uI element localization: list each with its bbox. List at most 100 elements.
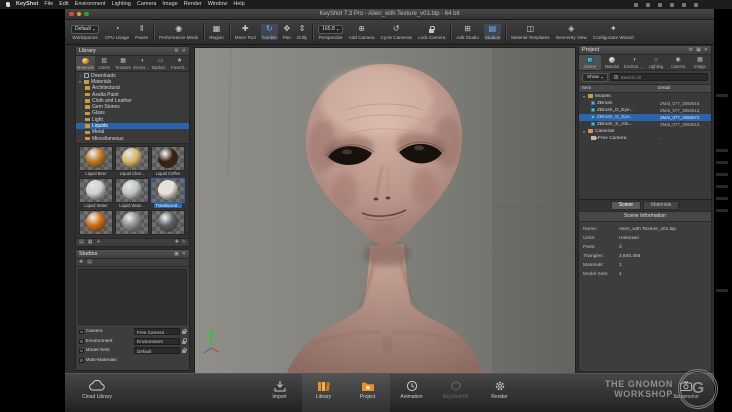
cycle-cameras-button[interactable]: ↺ Cycle Cameras [380, 24, 413, 41]
pin-icon[interactable]: ▣ [696, 47, 701, 53]
tab-environment[interactable]: ◑Environment [623, 55, 645, 70]
gear-icon[interactable]: ⚙ [689, 47, 693, 53]
search-input[interactable]: Search All [610, 73, 708, 81]
lock-icon[interactable] [182, 328, 187, 335]
lock-icon[interactable] [182, 338, 187, 344]
refresh-icon[interactable]: ↻ [182, 240, 186, 245]
dock-cloud-library[interactable]: Cloud Library [75, 374, 119, 412]
region-button[interactable]: ▦ Region [208, 24, 225, 41]
dock-library[interactable]: Library [301, 374, 346, 412]
performance-mode-button[interactable]: ◉ Performance Mode [158, 24, 199, 41]
list-view-icon[interactable]: ▤ [79, 240, 84, 245]
tab-backplates[interactable]: ▭Backplates [151, 56, 170, 71]
realtime-viewport[interactable] [195, 48, 575, 373]
material-thumbnail[interactable]: Liquid Wate... [115, 177, 149, 208]
column-detail[interactable]: Detail [658, 86, 708, 91]
configurator-wizard-button[interactable]: ✦ Configurator Wizard [592, 24, 635, 41]
tab-image[interactable]: ▦ Image [689, 55, 711, 70]
tumble-button[interactable]: ↻ Tumble [260, 24, 278, 40]
menu-help[interactable]: Help [233, 0, 244, 9]
bottom-tab-materials[interactable]: Materials [642, 200, 680, 210]
grid-view-icon[interactable]: ▦ [88, 240, 93, 245]
tab-camera[interactable]: ◉ Camera [667, 55, 689, 70]
material-thumbnail[interactable] [151, 209, 185, 238]
menu-window[interactable]: Window [208, 0, 228, 9]
gear-icon[interactable]: ⚙ [174, 48, 178, 54]
tab-colors[interactable]: ▧ Colors [95, 56, 114, 71]
checkbox[interactable] [79, 348, 84, 353]
scene-tree-item[interactable]: ZBrush_S_ASi... ZMat_077_2550615 [579, 121, 711, 128]
tab-materials[interactable]: Materials [76, 56, 95, 71]
tab-environments[interactable]: ◑Environments [132, 56, 151, 71]
workspaces-dropdown[interactable]: Default ▾ Workspaces [70, 24, 100, 40]
material-thumbnail[interactable]: Liquid Water [79, 177, 113, 208]
dock-project[interactable]: Project [345, 374, 390, 412]
perspective-dropdown[interactable]: 165.8 ▾ Perspective [317, 24, 344, 40]
zoom-window-button[interactable] [84, 11, 89, 17]
show-dropdown[interactable]: Show ▾ [582, 72, 609, 82]
dock-animation[interactable]: Animation [390, 374, 434, 412]
cpu-usage-button[interactable]: ◔ CPU Usage [104, 24, 130, 41]
studio-list[interactable] [78, 269, 187, 325]
add-studio-button[interactable]: ⊞ Add Studio [455, 24, 479, 41]
scene-tree-item[interactable]: ZBrush ZMat_077_2550615 [579, 100, 711, 107]
menu-render[interactable]: Render [184, 0, 202, 9]
apple-menu-icon[interactable] [6, 2, 10, 7]
material-thumbnail[interactable]: Liquid Beer [79, 145, 113, 176]
material-thumbnail[interactable] [115, 209, 149, 238]
studio-list-icon[interactable]: ▤ [87, 260, 92, 265]
close-icon[interactable]: ✕ [182, 48, 186, 54]
checkbox[interactable] [79, 358, 84, 363]
viewport-canvas[interactable] [195, 48, 575, 373]
scene-tree-cameras[interactable]: ▾ Cameras [579, 128, 711, 135]
column-item[interactable]: Item [582, 86, 658, 91]
studio-row-value[interactable]: Environment [134, 337, 180, 345]
bottom-tab-scene[interactable]: Scene [610, 200, 641, 210]
close-window-button[interactable] [69, 11, 74, 17]
menu-file[interactable]: File [44, 0, 53, 9]
close-icon[interactable]: ✕ [182, 251, 186, 257]
menu-edit[interactable]: Edit [59, 0, 68, 9]
scene-tree-item[interactable]: ZBrush_D_Eye... ZMat_077_2550613 [579, 107, 711, 114]
add-icon[interactable]: ✚ [175, 240, 179, 245]
tab-lighting[interactable]: ☼ Lighting [645, 55, 667, 70]
dock-screenshot[interactable]: Screenshot [664, 374, 708, 412]
pin-icon[interactable]: ▣ [174, 251, 179, 257]
pan-button[interactable]: ✥ Pan [282, 24, 292, 41]
scene-tree-item-selected[interactable]: ZBrush_G_Eye... ZMat_077_2550673 [579, 113, 711, 121]
pause-button[interactable]: ‖ Pause [134, 24, 149, 41]
tab-scene[interactable]: Scene [579, 55, 601, 70]
material-thumbnail[interactable]: Liquid Coffee [151, 145, 185, 176]
add-studio-icon[interactable]: ✚ [79, 260, 83, 265]
move-tool-button[interactable]: ✚ Move Tool [234, 24, 257, 41]
material-thumbnail[interactable]: Liquid Char... [115, 145, 149, 176]
tab-material[interactable]: Material [601, 55, 623, 70]
geometry-view-button[interactable]: ◈ Geometry View [555, 24, 588, 41]
menu-camera[interactable]: Camera [137, 0, 157, 9]
menu-lighting[interactable]: Lighting [112, 0, 131, 9]
material-thumbnail[interactable] [79, 209, 113, 238]
lock-camera-button[interactable]: Lock Camera [417, 24, 446, 40]
detail-view-icon[interactable]: ✛ [96, 240, 100, 245]
lock-icon[interactable] [182, 347, 187, 354]
scene-tree-models[interactable]: ▾ Models [579, 93, 711, 100]
dock-keyshotxr[interactable]: KeyShotXR [434, 374, 478, 412]
checkbox[interactable] [79, 329, 84, 334]
menu-environment[interactable]: Environment [75, 0, 106, 9]
menu-keyshot[interactable]: KeyShot [16, 0, 38, 9]
menu-image[interactable]: Image [162, 0, 177, 9]
dock-import[interactable]: Import [258, 374, 302, 412]
studio-row-value[interactable]: Free Camera [134, 328, 180, 336]
dolly-button[interactable]: ⇕ Dolly [296, 24, 308, 41]
tab-favorites[interactable]: ★ Favorites [170, 56, 189, 71]
tab-textures[interactable]: ▦ Textures [114, 56, 133, 71]
studios-button[interactable]: ▤ Studios [483, 24, 502, 40]
checkbox[interactable] [79, 339, 84, 344]
material-thumbnail-selected[interactable]: Translucent... [151, 177, 185, 208]
material-templates-button[interactable]: ◫ Material Templates [510, 24, 550, 41]
minimize-window-button[interactable] [76, 11, 81, 17]
scene-tree-free-camera[interactable]: Free Camera - [579, 135, 711, 142]
studio-row-value[interactable]: Default [134, 347, 180, 355]
tree-item-miscellaneous[interactable]: Miscellaneous [76, 135, 189, 142]
dock-render[interactable]: Render [478, 374, 522, 412]
